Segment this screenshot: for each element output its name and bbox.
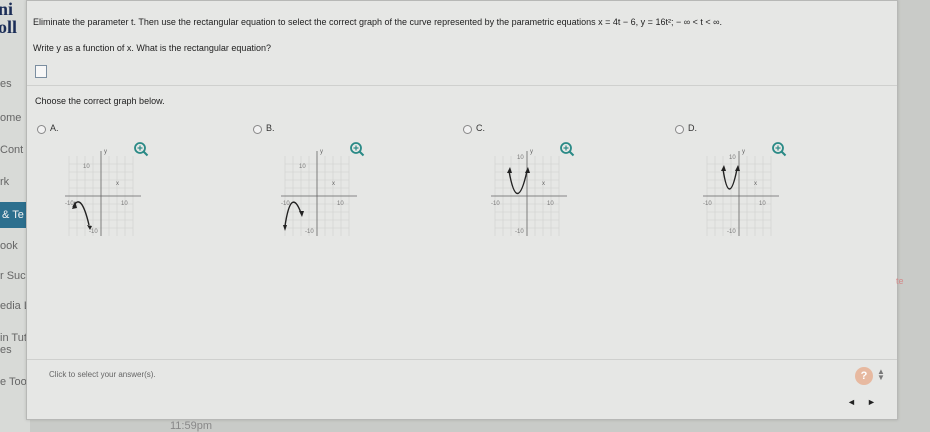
graph-b-ytick: 10: [299, 164, 306, 170]
graph-c-yneg: -10: [515, 229, 524, 235]
graph-b-xneg: -10: [281, 201, 290, 207]
footer-divider: [27, 359, 897, 360]
option-a-label: A.: [50, 123, 59, 133]
graph-a-xaxis: x: [116, 181, 119, 187]
graph-c-xaxis: x: [542, 181, 545, 187]
help-menu-icon[interactable]: ▲ ▼: [877, 368, 885, 382]
graph-a-yaxis: y: [104, 149, 107, 155]
zoom-icon[interactable]: [771, 141, 787, 157]
help-button[interactable]: ?: [855, 367, 873, 385]
graph-d-xaxis: x: [754, 181, 757, 187]
graph-a-xpos: 10: [121, 201, 128, 207]
graph-c-xneg: -10: [491, 201, 500, 207]
radio-b[interactable]: [253, 125, 262, 134]
graph-c-ytick: 10: [517, 155, 524, 161]
previous-button[interactable]: ◄: [847, 397, 856, 407]
graph-b-xpos: 10: [337, 201, 344, 207]
zoom-icon[interactable]: [349, 141, 365, 157]
footer-hint: Click to select your answer(s).: [49, 370, 156, 379]
divider: [27, 85, 897, 86]
graph-c-yaxis: y: [530, 149, 533, 155]
graph-d-yaxis: y: [742, 149, 745, 155]
graph-d-yneg: -10: [727, 229, 736, 235]
app-logo: ni oll: [0, 0, 18, 36]
graph-a-ytick: 10: [83, 164, 90, 170]
graph-a-xneg: -10: [65, 201, 74, 207]
question-text: Eliminate the parameter t. Then use the …: [33, 17, 723, 27]
graph-d-xneg: -10: [703, 201, 712, 207]
option-b[interactable]: B. x y 10 -10 10 -10: [253, 121, 413, 241]
option-d[interactable]: D. x y 10 -10 10 -10: [675, 121, 835, 241]
graph-d-ytick: 10: [729, 155, 736, 161]
radio-a[interactable]: [37, 125, 46, 134]
option-c[interactable]: C. x y 10 -10 10 -10: [463, 121, 623, 241]
option-c-label: C.: [476, 123, 485, 133]
question-subtext: Write y as a function of x. What is the …: [33, 43, 271, 53]
radio-c[interactable]: [463, 125, 472, 134]
graph-b-yaxis: y: [320, 149, 323, 155]
graph-b-xaxis: x: [332, 181, 335, 187]
option-a[interactable]: A. x y 10 -10 10 -10: [37, 121, 197, 241]
choose-label: Choose the correct graph below.: [35, 96, 165, 106]
radio-d[interactable]: [675, 125, 684, 134]
graph-d-xpos: 10: [759, 201, 766, 207]
graph-b-yneg: -10: [305, 229, 314, 235]
right-edge-text: te: [896, 276, 904, 286]
graph-a-yneg: -10: [89, 229, 98, 235]
option-b-label: B.: [266, 123, 275, 133]
question-panel: Eliminate the parameter t. Then use the …: [26, 0, 898, 420]
answer-input[interactable]: [35, 65, 47, 78]
clock: 11:59pm: [170, 420, 212, 432]
zoom-icon[interactable]: [133, 141, 149, 157]
graph-c-xpos: 10: [547, 201, 554, 207]
next-button[interactable]: ►: [867, 397, 876, 407]
option-d-label: D.: [688, 123, 697, 133]
zoom-icon[interactable]: [559, 141, 575, 157]
